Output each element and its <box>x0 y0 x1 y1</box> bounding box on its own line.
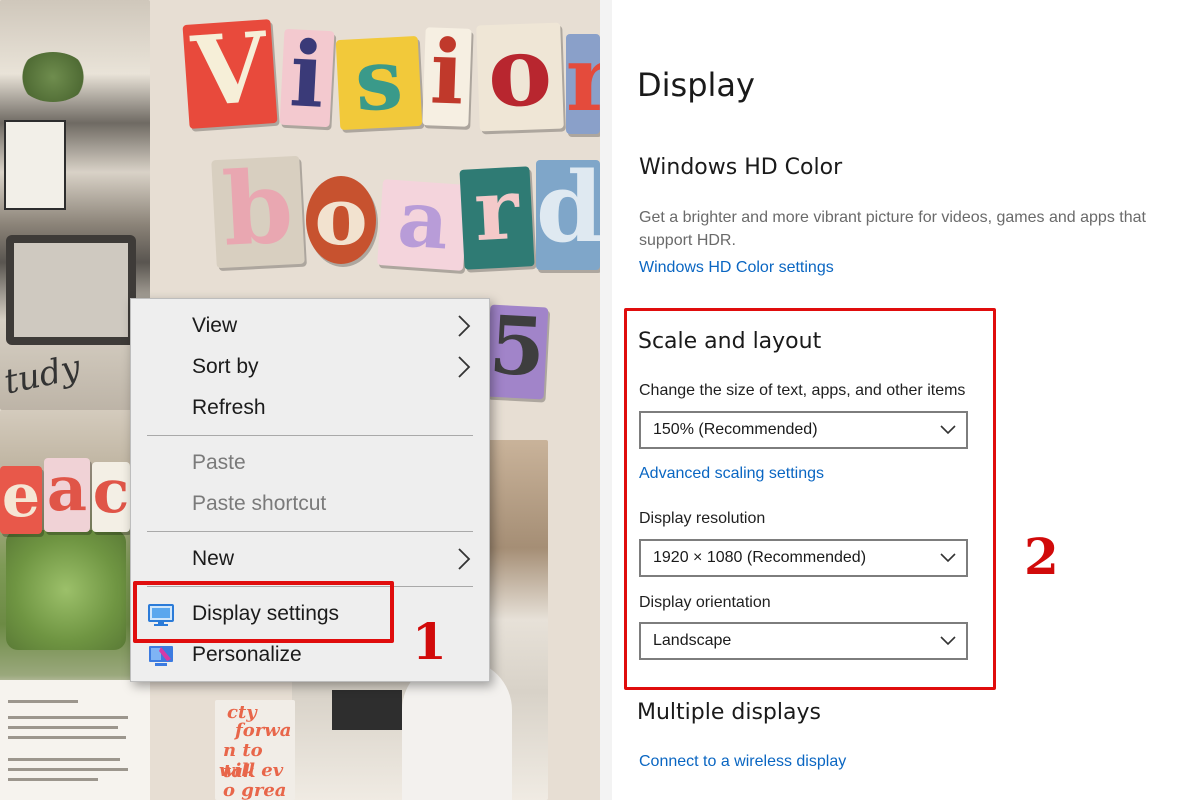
menu-item-paste[interactable]: Paste <box>131 444 489 484</box>
menu-item-label: New <box>192 547 235 570</box>
cutout-letter: e <box>0 466 42 534</box>
cutout-letter: s <box>335 29 423 130</box>
laptop-image <box>332 690 402 730</box>
section-heading-multiple-displays: Multiple displays <box>637 700 821 725</box>
menu-item-refresh[interactable]: Refresh <box>131 389 489 429</box>
menu-separator <box>147 435 473 436</box>
book-page-image <box>0 680 150 800</box>
hd-color-description: Get a brighter and more vibrant picture … <box>639 209 1146 249</box>
tablet-image <box>6 235 136 345</box>
plant-image <box>18 52 88 102</box>
quote-note: cty forwa n to tak will ev o grea <box>215 700 295 800</box>
menu-item-sort-by[interactable]: Sort by <box>131 348 489 388</box>
panel-divider <box>600 0 612 800</box>
cutout-letter: o <box>306 176 376 264</box>
chevron-right-icon <box>458 315 471 337</box>
menu-separator <box>147 531 473 532</box>
menu-item-label: Paste shortcut <box>192 492 327 515</box>
cutout-letter: o <box>476 14 564 132</box>
matcha-glass-image <box>6 530 126 650</box>
personalize-icon <box>149 646 173 666</box>
cutout-letter: r <box>566 34 600 134</box>
cutout-letter: a <box>44 458 90 532</box>
note-line: o grea <box>223 780 287 800</box>
cutout-letter: c <box>92 462 130 532</box>
chevron-right-icon <box>458 356 471 378</box>
cutout-number: 5 <box>485 298 549 400</box>
menu-item-label: Sort by <box>192 355 259 378</box>
highlight-box-display-settings <box>133 581 394 643</box>
hd-color-settings-link[interactable]: Windows HD Color settings <box>639 259 834 277</box>
cutout-letter: i <box>279 21 335 129</box>
page-title: Display <box>637 66 755 104</box>
cutout-letter: V <box>182 11 278 129</box>
cutout-letter: d <box>536 160 600 270</box>
menu-item-paste-shortcut[interactable]: Paste shortcut <box>131 485 489 525</box>
highlight-box-scale-layout <box>624 308 996 690</box>
section-heading-hd-color: Windows HD Color <box>639 155 843 180</box>
step-callout-2: 2 <box>1024 527 1059 586</box>
step-callout-1: 1 <box>412 612 447 671</box>
wireless-display-link[interactable]: Connect to a wireless display <box>639 753 846 771</box>
cutout-letter: i <box>422 19 472 127</box>
menu-item-label: Refresh <box>192 396 266 419</box>
menu-item-view[interactable]: View <box>131 307 489 347</box>
note-line: forwa <box>235 720 292 741</box>
chevron-right-icon <box>458 548 471 570</box>
menu-item-label: Paste <box>192 451 246 474</box>
note-line: will ev <box>219 760 284 781</box>
cutout-letter: r <box>459 159 535 270</box>
menu-item-label: View <box>192 314 238 337</box>
menu-item-label: Personalize <box>192 643 302 666</box>
menu-item-new[interactable]: New <box>131 540 489 580</box>
cutout-letter: b <box>211 147 305 269</box>
cutout-letter: a <box>377 173 469 271</box>
book-image <box>4 120 66 210</box>
